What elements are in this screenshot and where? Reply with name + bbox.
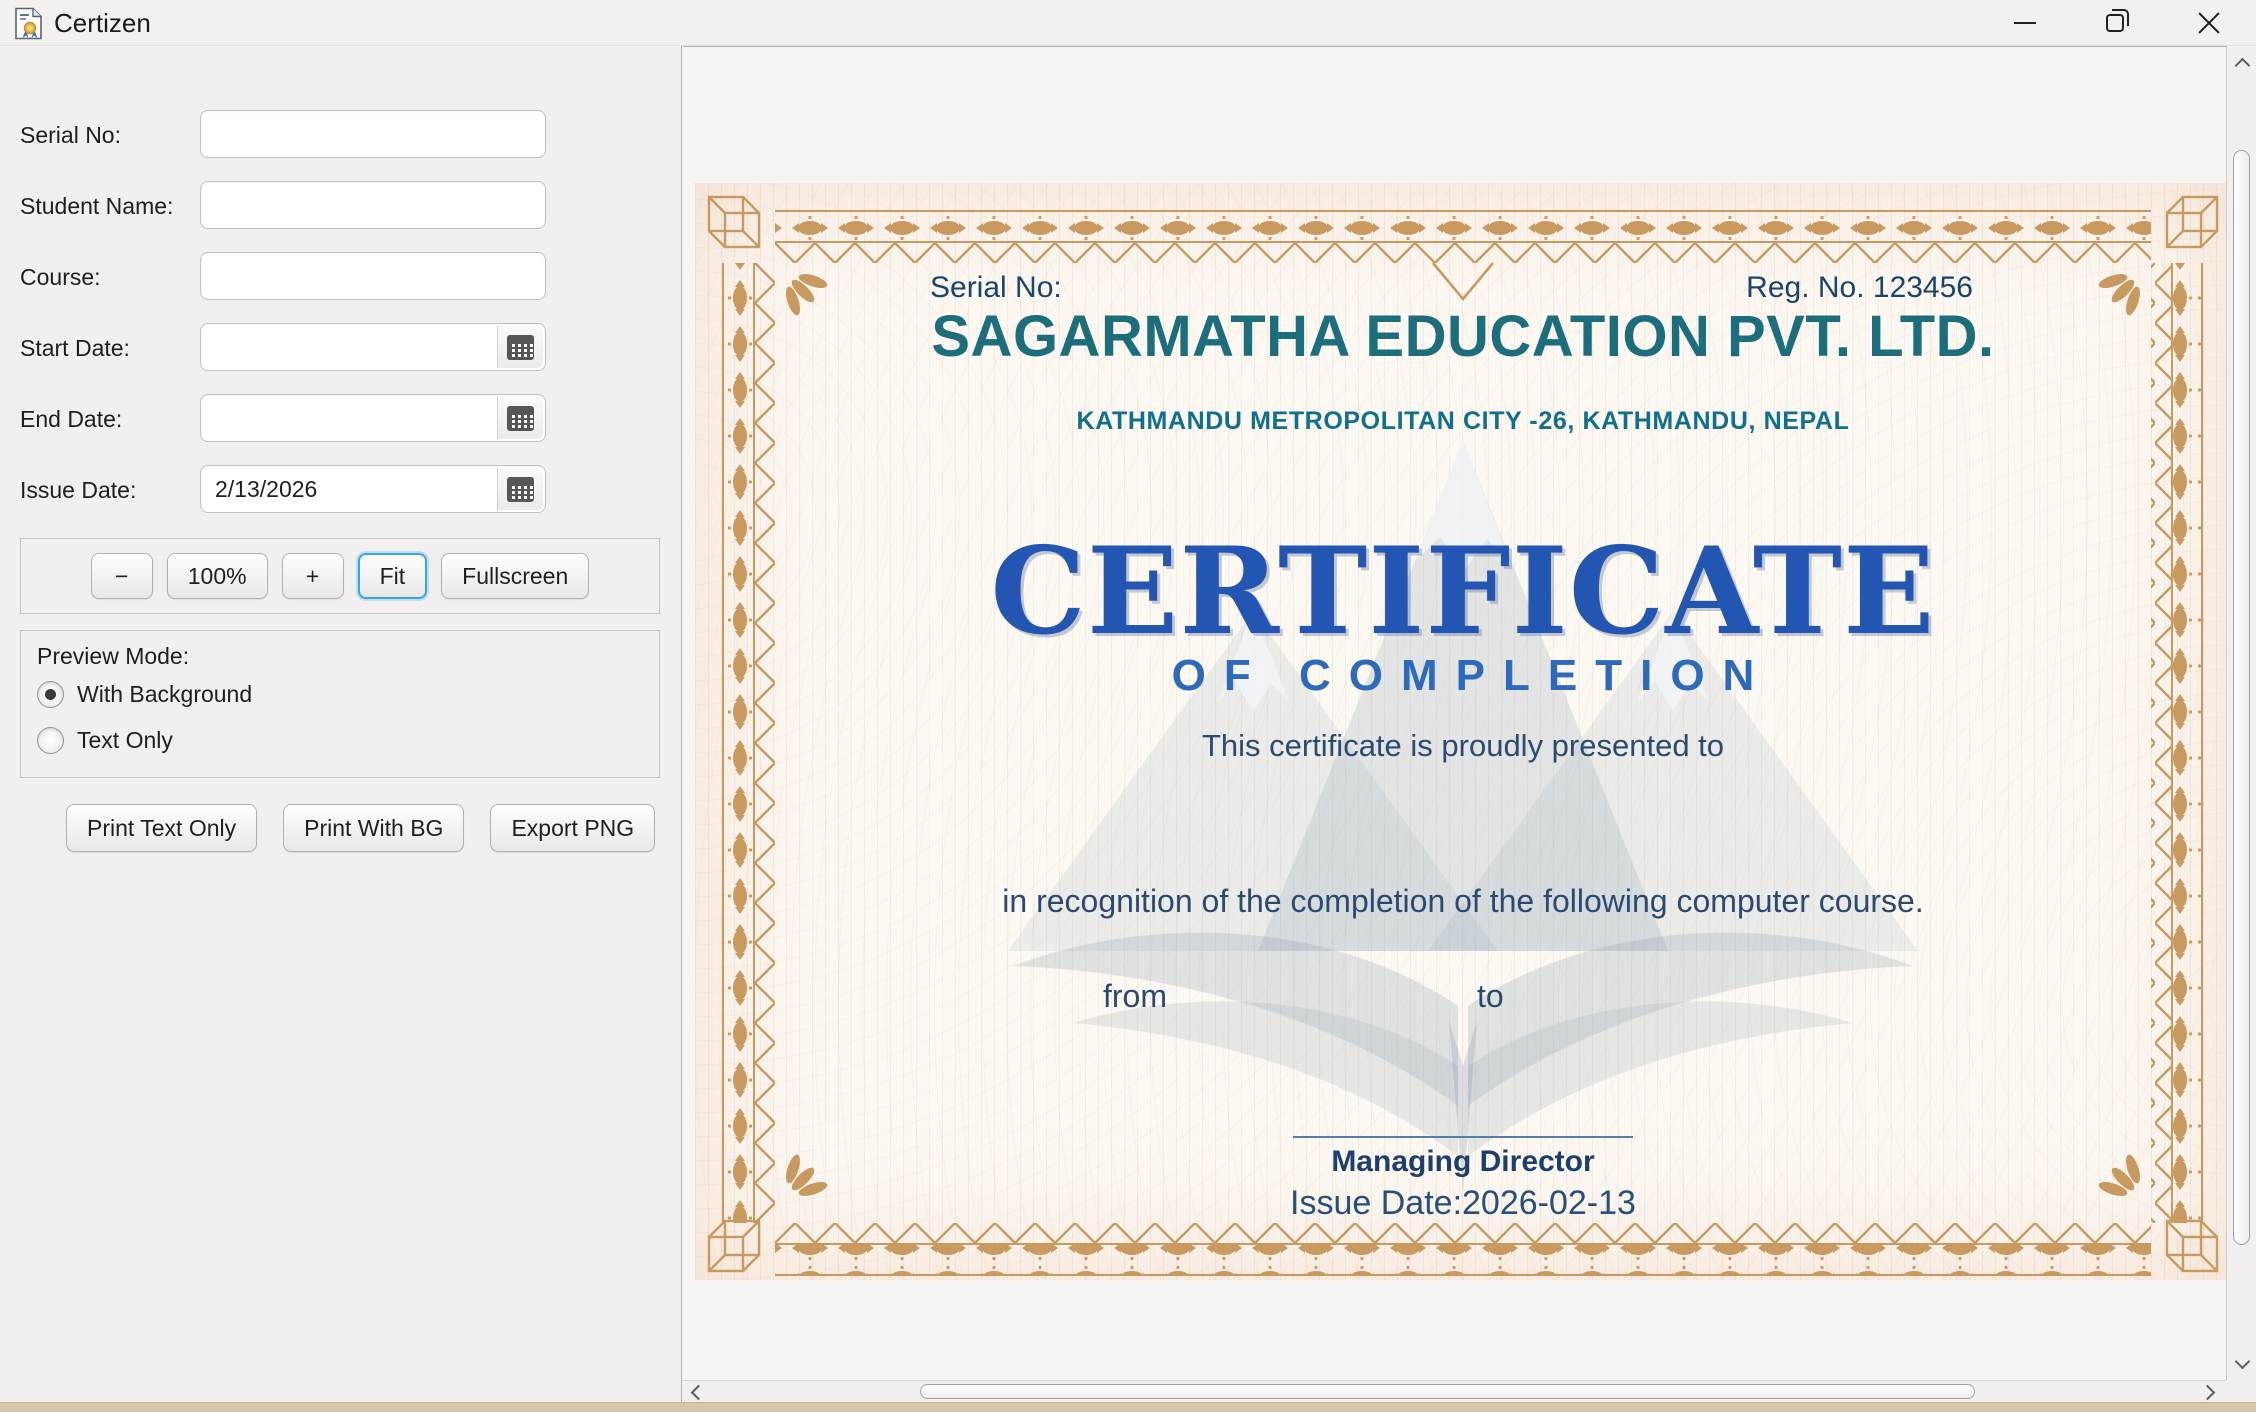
course-label: Course: bbox=[20, 264, 101, 291]
print-text-only-button[interactable]: Print Text Only bbox=[66, 804, 257, 852]
serial-no-row: Serial No: bbox=[20, 110, 660, 160]
issue-date-row: Issue Date: bbox=[20, 465, 660, 515]
preview-mode-label: Preview Mode: bbox=[37, 643, 189, 670]
chevron-up-icon bbox=[2234, 57, 2250, 73]
radio-with-background[interactable]: With Background bbox=[37, 679, 252, 709]
start-date-input[interactable] bbox=[200, 323, 546, 371]
start-date-row: Start Date: bbox=[20, 323, 660, 373]
serial-no-input[interactable] bbox=[200, 110, 546, 158]
zoom-in-button[interactable]: + bbox=[282, 553, 344, 599]
title-bar: Certizen bbox=[0, 0, 2256, 46]
vertical-scrollbar-thumb[interactable] bbox=[2233, 150, 2250, 1245]
export-png-button[interactable]: Export PNG bbox=[490, 804, 655, 852]
vertical-scrollbar[interactable] bbox=[2226, 46, 2256, 1380]
cert-to-label: to bbox=[1477, 978, 1504, 1015]
radio-text-only-label: Text Only bbox=[77, 727, 173, 754]
horizontal-scrollbar[interactable] bbox=[683, 1380, 2226, 1402]
scroll-up-button[interactable] bbox=[2227, 50, 2256, 80]
cert-presented-line: This certificate is proudly presented to bbox=[695, 728, 2231, 764]
issue-date-input[interactable] bbox=[200, 465, 546, 513]
radio-unselected-icon bbox=[37, 727, 64, 754]
scrollbar-corner bbox=[2226, 1380, 2256, 1402]
end-date-row: End Date: bbox=[20, 394, 660, 444]
fullscreen-button[interactable]: Fullscreen bbox=[441, 553, 589, 599]
start-date-picker-button[interactable] bbox=[497, 326, 543, 368]
cert-reg-no: Reg. No. 123456 bbox=[1746, 271, 1973, 305]
minimize-button[interactable] bbox=[1992, 0, 2058, 46]
zoom-out-button[interactable]: − bbox=[91, 553, 153, 599]
student-name-label: Student Name: bbox=[20, 193, 173, 220]
cert-recognition-line: in recognition of the completion of the … bbox=[695, 883, 2231, 920]
minimize-icon bbox=[2014, 22, 2036, 24]
cert-organization-name: SAGARMATHA EDUCATION PVT. LTD. bbox=[695, 303, 2231, 370]
zoom-level-button[interactable]: 100% bbox=[167, 553, 268, 599]
end-date-label: End Date: bbox=[20, 406, 122, 433]
close-button[interactable] bbox=[2176, 0, 2242, 46]
signature-line bbox=[1293, 1136, 1633, 1138]
preview-mode-group: Preview Mode: With Background Text Only bbox=[20, 630, 660, 778]
start-date-label: Start Date: bbox=[20, 335, 130, 362]
chevron-left-icon bbox=[690, 1384, 706, 1400]
fit-button[interactable]: Fit bbox=[358, 553, 428, 599]
close-icon bbox=[2197, 11, 2221, 35]
scroll-right-button[interactable] bbox=[2192, 1381, 2222, 1403]
restore-icon bbox=[2106, 14, 2124, 32]
end-date-input[interactable] bbox=[200, 394, 546, 442]
chevron-down-icon bbox=[2234, 1353, 2250, 1369]
calendar-icon bbox=[507, 406, 534, 431]
cert-address: KATHMANDU METROPOLITAN CITY -26, KATHMAN… bbox=[695, 407, 2231, 436]
chevron-right-icon bbox=[2199, 1384, 2215, 1400]
issue-date-picker-button[interactable] bbox=[497, 468, 543, 510]
cert-subtitle: OF COMPLETION bbox=[695, 651, 2231, 701]
horizontal-scrollbar-thumb[interactable] bbox=[920, 1384, 1975, 1399]
serial-no-label: Serial No: bbox=[20, 122, 121, 149]
scroll-left-button[interactable] bbox=[683, 1381, 713, 1403]
student-name-row: Student Name: bbox=[20, 181, 660, 231]
issue-date-label: Issue Date: bbox=[20, 477, 136, 504]
window-title: Certizen bbox=[54, 8, 151, 39]
end-date-picker-button[interactable] bbox=[497, 397, 543, 439]
restore-button[interactable] bbox=[2082, 0, 2148, 46]
action-button-row: Print Text Only Print With BG Export PNG bbox=[0, 804, 682, 852]
zoom-toolbar: − 100% + Fit Fullscreen bbox=[20, 538, 660, 614]
print-with-bg-button[interactable]: Print With BG bbox=[283, 804, 464, 852]
calendar-icon bbox=[507, 335, 534, 360]
certificate-document-icon bbox=[14, 7, 44, 40]
form-panel: Serial No: Student Name: Course: Start D… bbox=[0, 46, 682, 1402]
cert-from-label: from bbox=[1103, 978, 1167, 1015]
scroll-down-button[interactable] bbox=[2227, 1346, 2256, 1376]
course-row: Course: bbox=[20, 252, 660, 302]
radio-with-background-label: With Background bbox=[77, 681, 252, 708]
cert-serial-label: Serial No: bbox=[930, 271, 1062, 305]
certificate-preview: Serial No: Reg. No. 123456 SAGARMATHA ED… bbox=[695, 183, 2231, 1280]
certizen-window: Certizen Serial No: Student Name: Course… bbox=[0, 0, 2256, 1412]
calendar-icon bbox=[507, 477, 534, 502]
cert-title: CERTIFICATE bbox=[695, 521, 2231, 662]
course-input[interactable] bbox=[200, 252, 546, 300]
window-bottom-edge bbox=[0, 1402, 2256, 1412]
cert-issue-date-line: Issue Date:2026-02-13 bbox=[695, 1184, 2231, 1223]
cert-signatory-title: Managing Director bbox=[695, 1145, 2231, 1179]
radio-text-only[interactable]: Text Only bbox=[37, 725, 173, 755]
student-name-input[interactable] bbox=[200, 181, 546, 229]
radio-selected-icon bbox=[37, 681, 64, 708]
